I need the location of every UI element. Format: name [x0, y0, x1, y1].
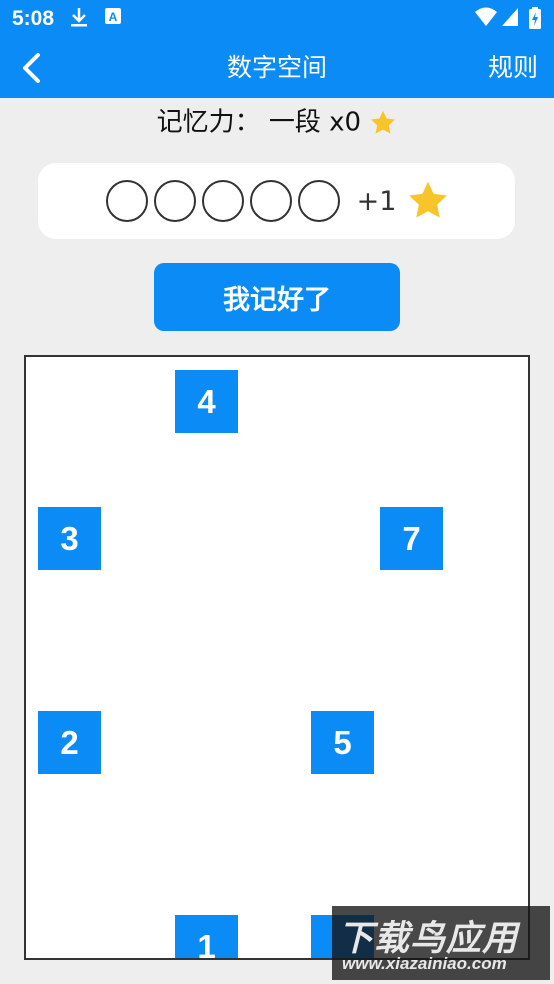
status-bar: 5:08 A — [0, 0, 554, 38]
answer-slot-4[interactable] — [249, 180, 292, 222]
number-board: 4 3 7 2 5 1 — [24, 355, 530, 960]
wifi-icon — [474, 6, 498, 33]
memory-label: 记忆力： — [156, 107, 261, 138]
chevron-left-icon — [23, 53, 40, 83]
app-bar: 数字空间 规则 — [0, 38, 554, 98]
number-tile[interactable]: 7 — [380, 507, 443, 570]
number-tile[interactable]: 2 — [38, 711, 101, 774]
answer-slot-3[interactable] — [201, 180, 244, 222]
answer-card: +1 — [38, 163, 515, 239]
watermark: 下载鸟应用 www.xiazainiao.com — [332, 906, 550, 980]
number-tile[interactable]: 1 — [175, 915, 238, 958]
app-notification-icon: A — [104, 6, 122, 31]
download-icon — [70, 6, 88, 33]
watermark-subtitle: www.xiazainiao.com — [342, 954, 507, 973]
svg-text:A: A — [109, 10, 118, 24]
back-button[interactable] — [20, 50, 60, 86]
number-tile[interactable]: 4 — [175, 370, 238, 433]
answer-slot-5[interactable] — [297, 180, 340, 222]
status-time: 5:08 — [12, 7, 55, 30]
memorized-button[interactable]: 我记好了 — [154, 263, 400, 331]
number-tile[interactable]: 3 — [38, 507, 101, 570]
memory-level: 记忆力： 一段 x0 — [0, 100, 554, 144]
rules-button[interactable]: 规则 — [488, 38, 538, 98]
memory-rank: 一段 x0 — [268, 107, 362, 138]
star-icon — [409, 181, 448, 218]
answer-slot-1[interactable] — [105, 180, 148, 222]
battery-charging-icon — [528, 6, 542, 35]
signal-icon — [500, 6, 520, 33]
number-tile[interactable]: 5 — [311, 711, 374, 774]
bonus-text: +1 — [356, 185, 397, 217]
star-icon — [371, 110, 396, 134]
answer-slot-2[interactable] — [153, 180, 196, 222]
page-title: 数字空间 — [226, 53, 327, 82]
